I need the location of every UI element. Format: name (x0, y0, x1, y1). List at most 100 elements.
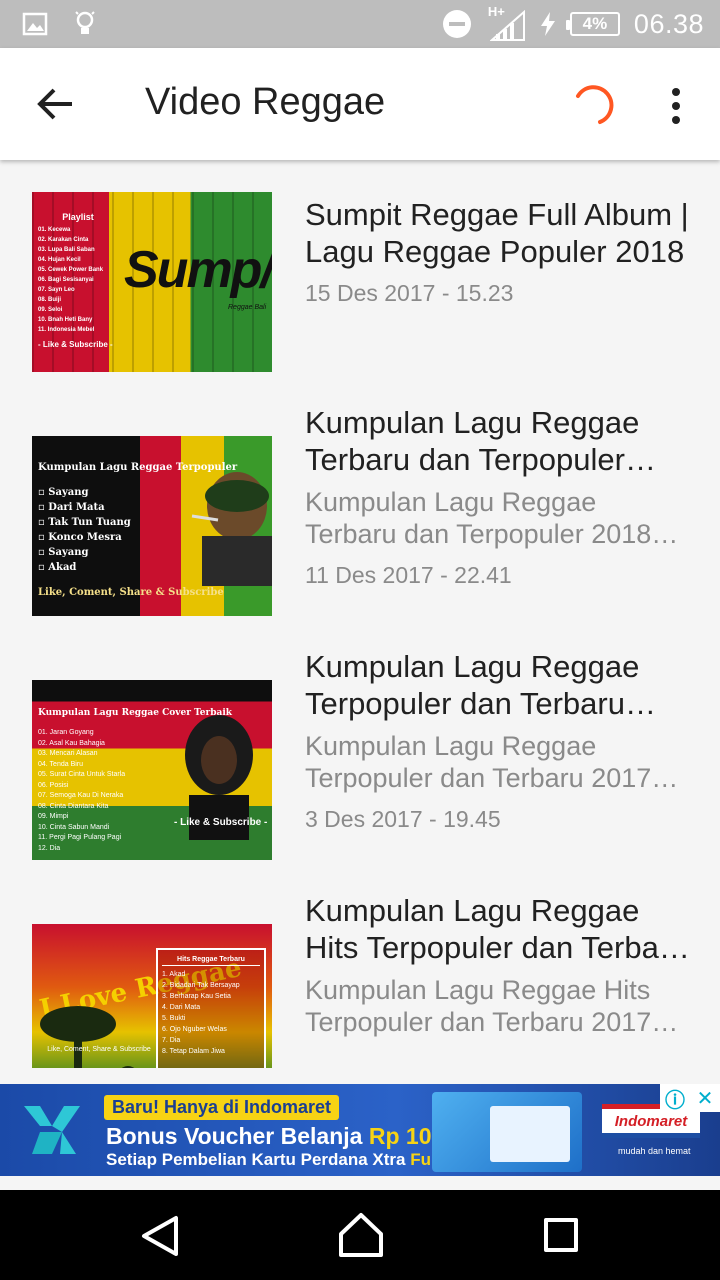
thumbnail-track: 2. Bidadari Tak Bersayap (162, 982, 240, 989)
ad-subline-text: Setiap Pembelian Kartu Perdana Xtra (106, 1150, 406, 1169)
thumbnail-track: 01. Jaran Goyang (38, 729, 94, 736)
thumbnail-track: 09. Seloi (38, 307, 63, 313)
video-description: Kumpulan Lagu Reggae Terbaru dan Terpopu… (305, 487, 652, 549)
thumbnail-figure (191, 472, 272, 586)
loading-spinner (570, 84, 614, 128)
thumbnail-track: 04. Hujan Kecil (38, 257, 81, 263)
video-date: 15 Des 2017 - 15.23 (305, 280, 514, 306)
thumbnail-track: 10. Bnah Heti Bany (38, 317, 93, 323)
thumbnail-heading: Hits Reggae Terbaru (162, 954, 260, 966)
arrow-left-icon (37, 88, 72, 120)
thumbnail-track: 03. Mencari Alasan (38, 750, 98, 757)
dot (672, 102, 680, 110)
thumbnail-tracklist: Playlist 01. Kecewa 02. Karakan Cinta 03… (38, 212, 118, 362)
status-bar: H+ 4% 06.38 (0, 0, 720, 48)
thumbnail-footer: - Like & Subscribe - (174, 817, 268, 828)
thumbnail-track: 6. Ojo Nguber Welas (162, 1026, 227, 1033)
thumbnail-track: 4. Dari Mata (162, 1004, 201, 1011)
video-list[interactable]: Playlist 01. Kecewa 02. Karakan Cinta 03… (0, 160, 720, 1068)
charging-bolt-icon (540, 12, 555, 36)
app-bar: Video Reggae (0, 48, 720, 160)
video-item[interactable]: Playlist 01. Kecewa 02. Karakan Cinta 03… (0, 160, 720, 404)
thumbnail-track: 11. Pergi Pagi Pulang Pagi (38, 834, 122, 841)
thumbnail-heading: Playlist (62, 212, 94, 222)
video-thumbnail[interactable]: I Love Reggae Hits Reggae Terbaru 1. Aka… (32, 924, 272, 1068)
thumbnail-track: 10. Cinta Sabun Mandi (38, 823, 110, 831)
video-item[interactable]: Kumpulan Lagu Reggae Terpopuler ▫ Sayang… (0, 404, 720, 648)
thumbnail-track: 5. Bukti (162, 1015, 186, 1022)
video-thumbnail[interactable]: Kumpulan Lagu Reggae Terpopuler ▫ Sayang… (32, 436, 272, 616)
thumbnail-track: 02. Karakan Cinta (38, 237, 89, 243)
video-info[interactable]: Kumpulan Lagu Reggae Terpopuler dan Terb… (305, 648, 690, 833)
divider (0, 1176, 720, 1190)
ad-headline: Bonus Voucher Belanja Rp 10rb (106, 1123, 455, 1150)
thumbnail-track: 1. Akad (162, 971, 186, 978)
thumbnail-track: 06. Posisi (38, 781, 69, 789)
battery-level: 4% (582, 14, 608, 33)
thumbnail-footer: Like, Coment, Share & Subscribe (38, 587, 224, 598)
ad-headline-text: Bonus Voucher Belanja (106, 1123, 363, 1149)
thumbnail-track: 12. Dia (38, 844, 61, 852)
video-title[interactable]: Kumpulan Lagu Reggae Hits Terpopuler dan… (305, 892, 690, 966)
thumbnail-footer: - Like & Subscribe - (38, 340, 113, 349)
thumbnail-track: 05. Cewek Power Bank (38, 267, 104, 273)
video-info[interactable]: Kumpulan Lagu Reggae Terbaru dan Terpopu… (305, 404, 690, 589)
back-button[interactable] (30, 80, 82, 128)
lightbulb-notification-icon (75, 11, 95, 34)
thumbnail-track: 03. Lupa Bali Saban (38, 247, 95, 253)
ad-tag: Baru! Hanya di Indomaret (104, 1095, 340, 1120)
thumbnail-track: 7. Dia (162, 1037, 181, 1044)
ad-close-icon[interactable]: ✕ (690, 1084, 720, 1112)
battery-indicator: 4% (565, 12, 620, 36)
thumbnail-tracklist: Hits Reggae Terbaru 1. Akad 2. Bidadari … (156, 948, 266, 1068)
thumbnail-track: 08. Buiji (38, 297, 62, 303)
nav-recents-icon[interactable] (544, 1218, 578, 1252)
nav-back-icon[interactable] (140, 1214, 180, 1258)
video-title[interactable]: Kumpulan Lagu Reggae Terpopuler dan Terb… (305, 648, 690, 722)
clock: 06.38 (633, 8, 704, 39)
video-title[interactable]: Sumpit Reggae Full Album | Lagu Reggae P… (305, 196, 690, 270)
more-options-button[interactable] (656, 84, 696, 128)
video-date: 3 Des 2017 - 19.45 (305, 806, 501, 832)
loading-spinner-icon (576, 85, 614, 124)
do-not-disturb-icon (442, 10, 471, 38)
thumbnail-track: 08. Cinta Diantara Kita (38, 802, 109, 810)
thumbnail-tagline: Reggae Bali (228, 304, 267, 311)
video-title[interactable]: Kumpulan Lagu Reggae Terbaru dan Terpopu… (305, 404, 690, 478)
ad-product-image (432, 1092, 582, 1172)
video-info[interactable]: Sumpit Reggae Full Album | Lagu Reggae P… (305, 196, 690, 307)
video-thumbnail[interactable]: Kumpulan Lagu Reggae Cover Terbaik 01. J… (32, 680, 272, 860)
thumbnail-track: 09. Mimpi (38, 813, 69, 820)
image-notification-icon (22, 12, 48, 36)
ad-info-icon[interactable]: ⓘ (660, 1084, 690, 1112)
page-title: Video Reggae (145, 81, 386, 123)
thumbnail-track: 8. Tetap Dalam Jiwa (162, 1048, 225, 1055)
thumbnail-tracklist: 01. Jaran Goyang 02. Asal Kau Bahagia 03… (38, 728, 125, 854)
nav-home-icon[interactable] (338, 1212, 384, 1258)
navigation-bar (0, 1190, 720, 1280)
video-thumbnail[interactable]: Playlist 01. Kecewa 02. Karakan Cinta 03… (32, 192, 272, 372)
thumbnail-track: 02. Asal Kau Bahagia (38, 739, 105, 747)
signal-icon: H+ (486, 4, 526, 42)
ad-store-tag: mudah dan hemat (618, 1146, 691, 1156)
video-item[interactable]: I Love Reggae Hits Reggae Terbaru 1. Aka… (0, 892, 720, 1068)
ad-controls: ⓘ ✕ (660, 1084, 720, 1112)
thumbnail-logo: Sump/t (124, 241, 272, 299)
video-date: 11 Des 2017 - 22.41 (305, 562, 512, 588)
thumbnail-track: 06. Bagi Sesisanyai (38, 277, 94, 283)
video-item[interactable]: Kumpulan Lagu Reggae Cover Terbaik 01. J… (0, 648, 720, 892)
thumbnail-track: 3. Berharap Kau Setia (162, 993, 231, 1000)
xl-logo-icon (24, 1106, 80, 1154)
thumbnail-footer: Like, Coment, Share & Subscribe (47, 1046, 151, 1053)
ad-banner[interactable]: Baru! Hanya di Indomaret Bonus Voucher B… (0, 1084, 720, 1176)
ad-product-card (490, 1106, 570, 1162)
thumbnail-track: 07. Semoga Kau Di Neraka (38, 792, 124, 799)
ad-subline: Setiap Pembelian Kartu Perdana Xtra Fun (106, 1150, 441, 1170)
thumbnail-track: 01. Kecewa (38, 227, 71, 233)
dot (672, 116, 680, 124)
dot (672, 88, 680, 96)
thumbnail-track: 05. Surat Cinta Untuk Starla (38, 771, 126, 778)
thumbnail-track: 04. Tenda Biru (38, 760, 84, 768)
video-info[interactable]: Kumpulan Lagu Reggae Hits Terpopuler dan… (305, 892, 690, 1038)
thumbnail-track: 11. Indonesia Mebel (38, 327, 95, 333)
